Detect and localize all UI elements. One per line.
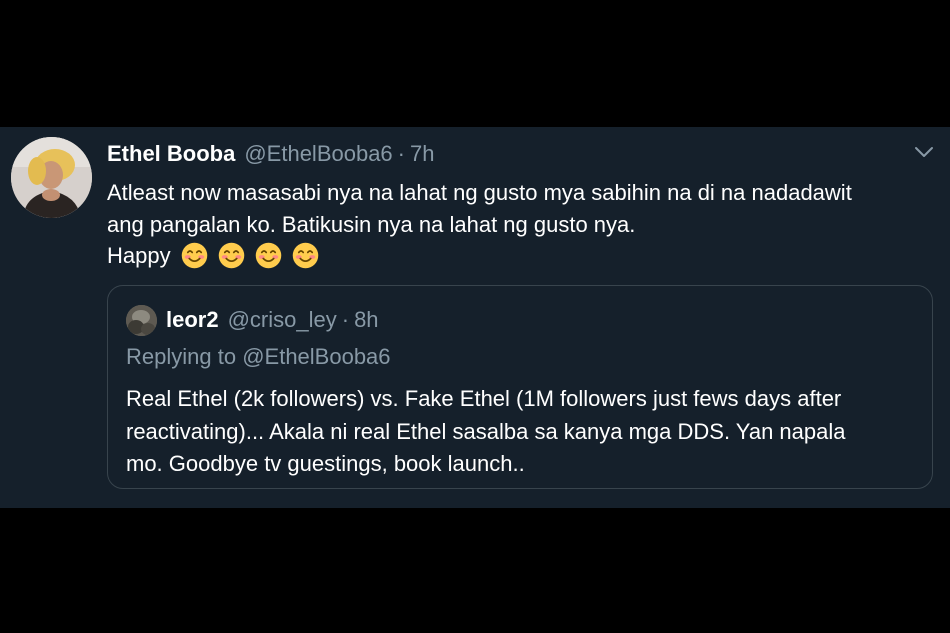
replying-to-label: Replying to bbox=[126, 344, 237, 369]
smiling-face-emoji-icon bbox=[218, 242, 245, 269]
tweet-header: Ethel Booba @EthelBooba6 · 7h bbox=[107, 141, 434, 171]
smiling-face-emoji-icon bbox=[255, 242, 282, 269]
tweet-text-line: Atleast now masasabi nya na lahat ng gus… bbox=[107, 180, 852, 205]
quoted-tweet[interactable]: leor2 @criso_ley · 8h Replying to @Ethel… bbox=[107, 285, 933, 489]
tweet-timestamp[interactable]: 7h bbox=[410, 141, 434, 167]
quoted-text-line: Real Ethel (2k followers) vs. Fake Ethel… bbox=[126, 386, 842, 411]
quoted-tweet-text: Real Ethel (2k followers) vs. Fake Ethel… bbox=[126, 383, 926, 481]
tweet-text-line: Happy bbox=[107, 243, 171, 268]
replying-to-mention[interactable]: @EthelBooba6 bbox=[242, 344, 390, 369]
chevron-down-icon[interactable] bbox=[913, 145, 935, 159]
quoted-author-handle[interactable]: @criso_ley bbox=[228, 307, 337, 333]
author-handle[interactable]: @EthelBooba6 bbox=[244, 141, 392, 167]
replying-to-line: Replying to @EthelBooba6 bbox=[126, 344, 391, 370]
tweet-text: Atleast now masasabi nya na lahat ng gus… bbox=[107, 177, 932, 272]
tweet-card[interactable]: Ethel Booba @EthelBooba6 · 7h Atleast no… bbox=[0, 127, 950, 508]
author-avatar[interactable] bbox=[11, 137, 92, 218]
tweet-text-line: ang pangalan ko. Batikusin nya na lahat … bbox=[107, 211, 636, 237]
quoted-text-line: reactivating)... Akala ni real Ethel sas… bbox=[126, 418, 846, 444]
quoted-avatar-photo bbox=[126, 304, 157, 336]
avatar-photo bbox=[11, 137, 92, 218]
screenshot-frame: Ethel Booba @EthelBooba6 · 7h Atleast no… bbox=[0, 0, 950, 633]
header-separator: · bbox=[397, 141, 405, 166]
quoted-author-name[interactable]: leor2 bbox=[166, 307, 219, 333]
author-name[interactable]: Ethel Booba bbox=[107, 141, 235, 167]
quoted-text-line: mo. Goodbye tv guestings, book launch.. bbox=[126, 451, 525, 476]
smiling-face-emoji-icon bbox=[292, 242, 319, 269]
tweet-text-line-with-emojis: Happy bbox=[107, 240, 932, 272]
quoted-tweet-timestamp[interactable]: 8h bbox=[354, 307, 378, 333]
quoted-author-avatar[interactable] bbox=[126, 304, 157, 336]
quoted-tweet-header: leor2 @criso_ley · 8h bbox=[126, 304, 379, 336]
quoted-header-separator: · bbox=[341, 307, 350, 332]
smiling-face-emoji-icon bbox=[181, 242, 208, 269]
